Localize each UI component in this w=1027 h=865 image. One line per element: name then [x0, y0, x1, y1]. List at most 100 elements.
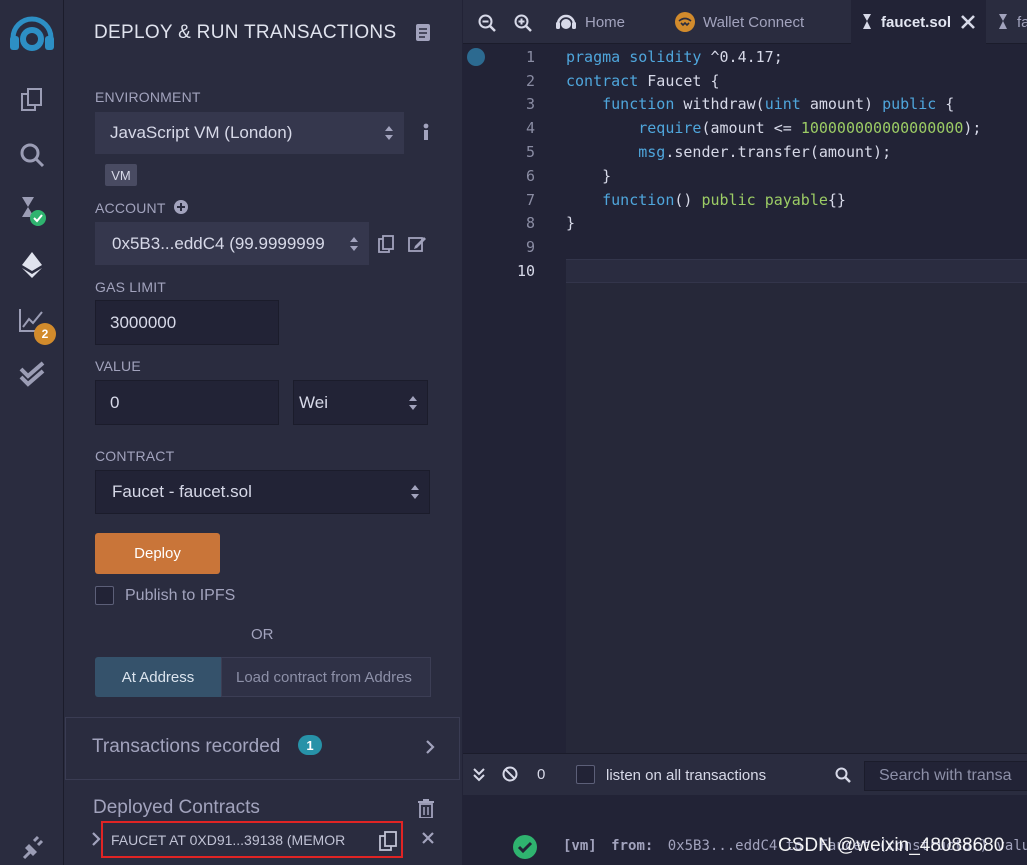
code-token: contract: [566, 72, 639, 90]
code-token: uint: [764, 95, 801, 113]
contract-label: CONTRACT: [95, 448, 175, 464]
value-input[interactable]: 0: [95, 380, 279, 425]
wallet-connect-icon: [675, 12, 695, 32]
line-number: 6: [525, 167, 535, 185]
code-line: require(amount <= 100000000000000000);: [566, 119, 981, 137]
transactions-count-badge: 1: [298, 735, 322, 755]
add-account-icon[interactable]: [174, 200, 188, 214]
pending-tx-count: 0: [537, 766, 546, 783]
info-icon[interactable]: [419, 123, 433, 143]
code-token: );: [963, 119, 982, 137]
analysis-badge: 2: [34, 323, 56, 345]
line-number: 10: [516, 262, 535, 280]
close-icon[interactable]: [422, 832, 434, 844]
transactions-recorded-label: Transactions recorded: [92, 736, 281, 757]
code-line: msg.sender.transfer(amount);: [566, 143, 891, 161]
publish-ipfs-label: Publish to IPFS: [125, 587, 236, 604]
sign-message-icon[interactable]: [408, 235, 426, 253]
contract-select[interactable]: Faucet - faucet.sol: [95, 470, 430, 514]
code-line: }: [566, 167, 612, 185]
breakpoint-marker[interactable]: [467, 48, 485, 66]
icon-bar: 2: [0, 0, 64, 865]
environment-value: JavaScript VM (London): [110, 123, 293, 142]
line-number: 9: [525, 238, 535, 256]
log-prefix: [vm]: [563, 838, 597, 854]
zoom-in-icon[interactable]: [514, 14, 532, 32]
plugin-icon[interactable]: [14, 830, 50, 865]
test-icon[interactable]: [14, 357, 50, 393]
code-token: msg: [566, 143, 666, 161]
deploy-button[interactable]: Deploy: [95, 533, 220, 574]
file-explorer-icon[interactable]: [14, 82, 50, 118]
remix-logo-icon[interactable]: [8, 14, 56, 58]
editor-area: Home Wallet Connect faucet.sol fa 1 2 3 …: [463, 0, 1027, 865]
remix-ide: 2 DEPLOY & RUN TRANSACTIONS ENVIRONMENT …: [0, 0, 1027, 865]
select-caret-icon: [411, 485, 419, 499]
line-number: 1: [525, 48, 535, 66]
tab-wallet-connect[interactable]: Wallet Connect: [675, 0, 845, 44]
current-line-highlight: [566, 259, 1027, 283]
line-number: 5: [525, 143, 535, 161]
code-token: Faucet {: [638, 72, 720, 90]
code-token: {: [936, 95, 955, 113]
tab-overflow[interactable]: fa: [989, 0, 1027, 44]
code-token: 100000000000000000: [800, 119, 964, 137]
chevron-right-icon[interactable]: [91, 832, 101, 846]
at-address-input[interactable]: Load contract from Addres: [221, 657, 431, 697]
copy-address-icon[interactable]: [379, 831, 397, 851]
account-label: ACCOUNT: [95, 200, 166, 216]
tab-home[interactable]: Home: [555, 0, 655, 44]
watermark: CSDN @weixin_48088680: [778, 835, 1005, 856]
deployed-contract-name: FAUCET AT 0XD91...39138 (MEMOR: [111, 831, 346, 848]
tab-bar: Home Wallet Connect faucet.sol fa: [463, 0, 1027, 44]
documentation-icon[interactable]: [416, 24, 430, 41]
compiler-icon[interactable]: [14, 192, 50, 228]
zoom-out-icon[interactable]: [478, 14, 496, 32]
editor-empty-area: [566, 283, 1027, 753]
code-token: function: [566, 191, 675, 209]
account-select[interactable]: 0x5B3...eddC4 (99.9999999: [95, 222, 369, 265]
code-token: amount): [800, 95, 883, 113]
or-divider: OR: [251, 626, 274, 643]
clear-terminal-icon[interactable]: [502, 766, 518, 782]
environment-label: ENVIRONMENT: [95, 89, 201, 105]
search-icon[interactable]: [14, 137, 50, 173]
copy-account-icon[interactable]: [378, 235, 394, 253]
tab-faucet-sol[interactable]: faucet.sol: [851, 0, 986, 44]
environment-select[interactable]: JavaScript VM (London): [95, 112, 404, 154]
collapse-terminal-icon[interactable]: [473, 768, 485, 782]
code-line: function withdraw(uint amount) public {: [566, 95, 954, 113]
tab-home-label: Home: [585, 13, 626, 31]
listen-all-checkbox[interactable]: [576, 765, 595, 784]
code-token: require: [566, 119, 702, 137]
deployed-contracts-label: Deployed Contracts: [93, 797, 260, 818]
deployed-contract-item[interactable]: FAUCET AT 0XD91...39138 (MEMOR: [101, 821, 403, 858]
gas-limit-input[interactable]: 3000000: [95, 300, 279, 345]
remix-home-icon: [556, 14, 576, 29]
log-from-label: from:: [611, 838, 654, 854]
select-caret-icon: [409, 395, 417, 410]
transactions-recorded-section[interactable]: Transactions recorded 1: [65, 717, 460, 780]
code-token: public: [701, 191, 756, 209]
line-number: 2: [525, 72, 535, 90]
code-token: (): [674, 191, 702, 209]
close-tab-icon[interactable]: [961, 15, 975, 29]
terminal-toolbar: 0 listen on all transactions Search with…: [463, 753, 1027, 795]
terminal-search-input[interactable]: Search with transa: [864, 761, 1027, 791]
line-number: 4: [525, 119, 535, 137]
contract-value: Faucet - faucet.sol: [112, 482, 252, 501]
at-address-button[interactable]: At Address: [95, 657, 221, 697]
panel-title: DEPLOY & RUN TRANSACTIONS: [94, 22, 397, 43]
vm-tag: VM: [105, 164, 137, 186]
listen-all-label: listen on all transactions: [606, 767, 767, 784]
deploy-run-icon[interactable]: [14, 247, 50, 283]
code-token: public: [882, 95, 937, 113]
line-number: 3: [525, 95, 535, 113]
code-token: (amount <=: [701, 119, 801, 137]
value-unit-select[interactable]: Wei: [293, 380, 428, 425]
publish-ipfs-checkbox[interactable]: [95, 586, 114, 605]
trash-icon[interactable]: [418, 799, 434, 818]
code-line: pragma solidity ^0.4.17;: [566, 48, 783, 66]
code-editor[interactable]: pragma solidity ^0.4.17; contract Faucet…: [566, 44, 1027, 753]
